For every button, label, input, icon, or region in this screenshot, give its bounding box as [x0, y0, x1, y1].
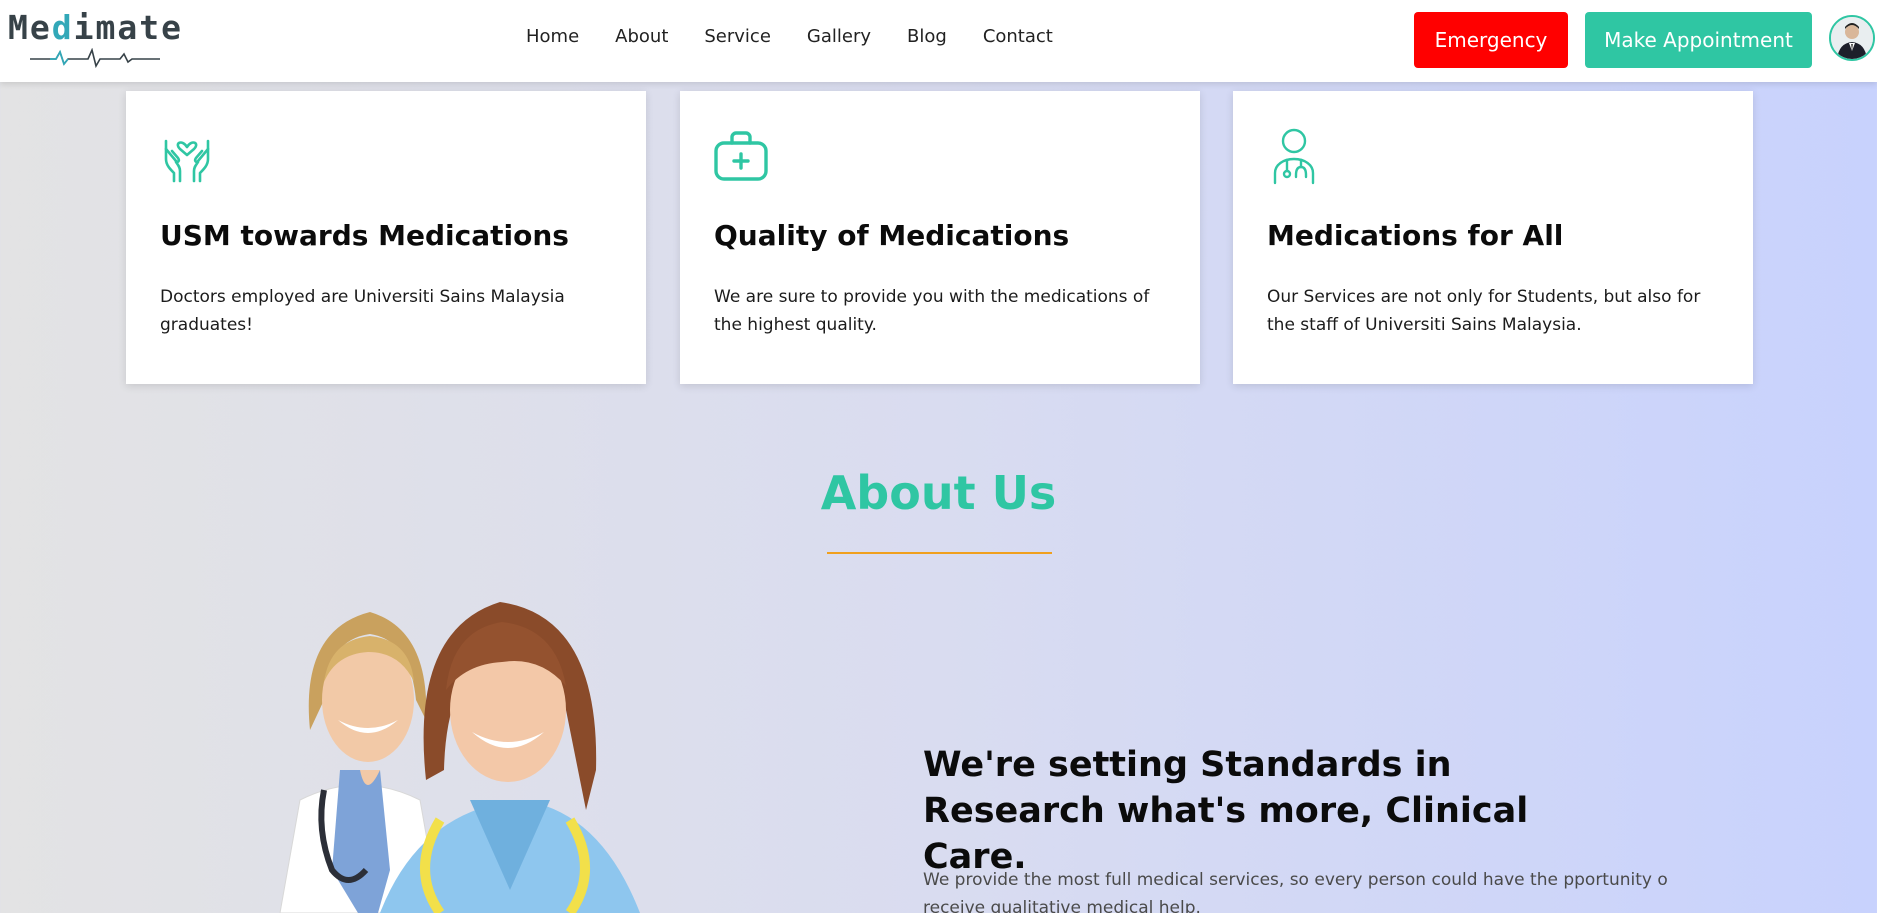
- feature-card: Medications for All Our Services are not…: [1233, 91, 1753, 384]
- card-title: USM towards Medications: [160, 219, 569, 252]
- about-underline: [827, 552, 1052, 554]
- about-headline: We're setting Standards in Research what…: [923, 745, 1529, 877]
- hands-heart-icon: [164, 139, 210, 183]
- make-appointment-button[interactable]: Make Appointment: [1585, 12, 1812, 68]
- avatar-person-icon: [1831, 17, 1873, 59]
- nav-blog[interactable]: Blog: [907, 26, 947, 47]
- nav-home[interactable]: Home: [526, 26, 579, 47]
- card-text: Our Services are not only for Students, …: [1267, 287, 1701, 335]
- nav-contact[interactable]: Contact: [983, 26, 1053, 47]
- feature-card: Quality of Medications We are sure to pr…: [680, 91, 1200, 384]
- nav-service[interactable]: Service: [704, 26, 771, 47]
- card-title: Medications for All: [1267, 219, 1564, 252]
- nav-about[interactable]: About: [615, 26, 668, 47]
- card-text: We are sure to provide you with the medi…: [714, 287, 1150, 335]
- about-text: We provide the most full medical service…: [923, 870, 1668, 913]
- medical-kit-icon: [714, 131, 768, 181]
- doctor-stethoscope-icon: [1273, 128, 1315, 185]
- main-nav: Home About Service Gallery Blog Contact: [526, 26, 1089, 47]
- about-title: About Us: [820, 466, 1057, 520]
- card-title: Quality of Medications: [714, 219, 1070, 252]
- site-logo[interactable]: Medimate: [8, 8, 181, 68]
- emergency-button[interactable]: Emergency: [1414, 12, 1568, 68]
- heartbeat-pulse-icon: [30, 48, 160, 68]
- user-avatar[interactable]: [1829, 15, 1875, 61]
- feature-card: USM towards Medications Doctors employed…: [126, 91, 646, 384]
- nav-gallery[interactable]: Gallery: [807, 26, 871, 47]
- logo-text: Medimate: [8, 8, 183, 47]
- site-header: Medimate Home About Service Gallery Blog…: [0, 0, 1877, 82]
- card-text: Doctors employed are Universiti Sains Ma…: [160, 287, 565, 335]
- doctor-right: [380, 602, 640, 913]
- doctors-image: [279, 602, 640, 913]
